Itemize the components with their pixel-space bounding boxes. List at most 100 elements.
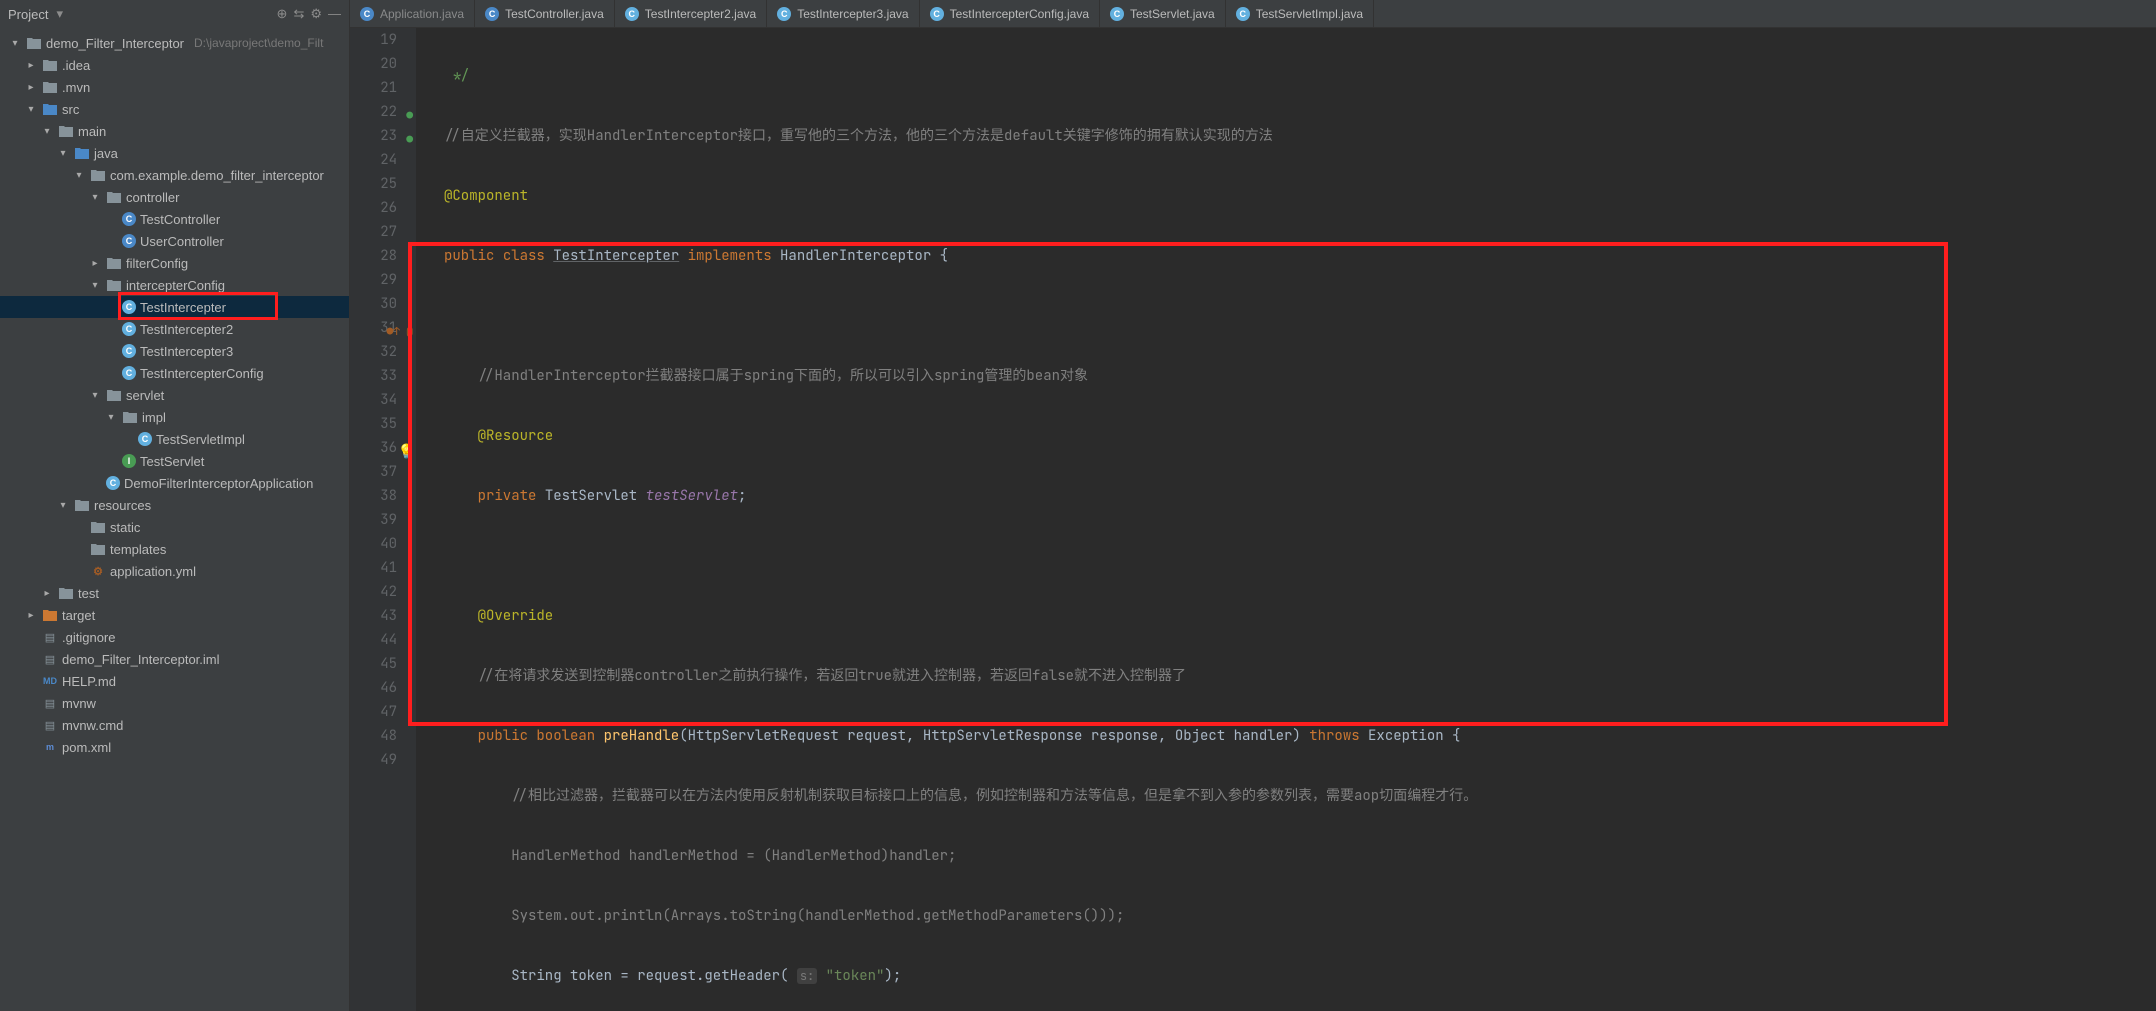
tree-item[interactable]: ▤mvnw.cmd (0, 714, 349, 736)
tree-item[interactable]: CTestIntercepter (0, 296, 349, 318)
chevron-down-icon[interactable]: ▾ (88, 280, 102, 291)
tree-item[interactable]: ▾impl (0, 406, 349, 428)
line-number[interactable]: 35 (350, 412, 397, 436)
line-number[interactable]: 20 (350, 52, 397, 76)
line-number[interactable]: 19 (350, 28, 397, 52)
gear-icon[interactable]: ⚙ (310, 6, 322, 22)
project-tree[interactable]: ▾demo_Filter_InterceptorD:\javaproject\d… (0, 28, 350, 1011)
chevron-down-icon[interactable]: ▾ (8, 38, 22, 49)
line-number[interactable]: 33 (350, 364, 397, 388)
tree-item[interactable]: ▸target (0, 604, 349, 626)
vcs-change-icon[interactable]: ● (406, 104, 413, 128)
intention-bulb-icon[interactable]: 💡 (398, 440, 415, 464)
editor-tab[interactable]: CTestServlet.java (1100, 0, 1226, 27)
line-number[interactable]: 36💡 (350, 436, 397, 460)
tree-item[interactable]: CTestIntercepterConfig (0, 362, 349, 384)
tree-item[interactable]: CTestServletImpl (0, 428, 349, 450)
tree-item[interactable]: ▾main (0, 120, 349, 142)
tree-item[interactable]: CTestIntercepter3 (0, 340, 349, 362)
locate-icon[interactable]: ⊕ (277, 6, 288, 22)
chevron-right-icon[interactable]: ▸ (88, 258, 102, 269)
chevron-down-icon[interactable]: ▾ (56, 6, 63, 22)
line-number[interactable]: 31●↑ @ (350, 316, 397, 340)
chevron-down-icon[interactable]: ▾ (40, 126, 54, 137)
chevron-down-icon[interactable]: ▾ (104, 412, 118, 423)
chevron-down-icon[interactable]: ▾ (56, 148, 70, 159)
tab-label: TestIntercepterConfig.java (950, 7, 1089, 21)
editor-tab[interactable]: CTestIntercepterConfig.java (920, 0, 1100, 27)
tree-item[interactable]: ▾com.example.demo_filter_interceptor (0, 164, 349, 186)
line-number[interactable]: 29 (350, 268, 397, 292)
editor-tab[interactable]: CTestIntercepter3.java (767, 0, 919, 27)
line-number[interactable]: 24 (350, 148, 397, 172)
code-area[interactable]: */ //自定义拦截器，实现HandlerInterceptor接口，重写他的三… (416, 28, 2156, 1011)
editor-tab[interactable]: CApplication.java (350, 0, 475, 27)
line-number[interactable]: 44 (350, 628, 397, 652)
chevron-down-icon[interactable]: ▾ (72, 170, 86, 181)
tree-item[interactable]: CDemoFilterInterceptorApplication (0, 472, 349, 494)
tree-item[interactable]: ⚙application.yml (0, 560, 349, 582)
tree-item[interactable]: ▤mvnw (0, 692, 349, 714)
tree-item[interactable]: ▤demo_Filter_Interceptor.iml (0, 648, 349, 670)
line-number[interactable]: 43 (350, 604, 397, 628)
tree-item[interactable]: ▾java (0, 142, 349, 164)
line-number[interactable]: 39 (350, 508, 397, 532)
gutter[interactable]: 19202122●23●2425262728293031●↑ @32333435… (350, 28, 416, 1011)
line-number[interactable]: 46 (350, 676, 397, 700)
chevron-right-icon[interactable]: ▸ (24, 60, 38, 71)
line-number[interactable]: 22● (350, 100, 397, 124)
tree-item[interactable]: templates (0, 538, 349, 560)
line-number[interactable]: 40 (350, 532, 397, 556)
line-number[interactable]: 34 (350, 388, 397, 412)
tree-item[interactable]: ▾intercepterConfig (0, 274, 349, 296)
tree-item[interactable]: ▾controller (0, 186, 349, 208)
tree-item[interactable]: ITestServlet (0, 450, 349, 472)
line-number[interactable]: 23● (350, 124, 397, 148)
line-number[interactable]: 42 (350, 580, 397, 604)
hide-icon[interactable]: — (328, 6, 341, 22)
tree-item[interactable]: ▾demo_Filter_InterceptorD:\javaproject\d… (0, 32, 349, 54)
line-number[interactable]: 26 (350, 196, 397, 220)
collapse-icon[interactable]: ⇆ (293, 6, 304, 22)
tree-item[interactable]: static (0, 516, 349, 538)
vcs-change-icon[interactable]: ● (406, 128, 413, 152)
chevron-right-icon[interactable]: ▸ (40, 588, 54, 599)
line-number[interactable]: 49 (350, 748, 397, 772)
line-number[interactable]: 28 (350, 244, 397, 268)
line-number[interactable]: 37 (350, 460, 397, 484)
editor-tab[interactable]: CTestServletImpl.java (1226, 0, 1374, 27)
tree-item[interactable]: ▾src (0, 98, 349, 120)
tree-item[interactable]: mpom.xml (0, 736, 349, 758)
line-number[interactable]: 38 (350, 484, 397, 508)
line-number[interactable]: 45 (350, 652, 397, 676)
tree-item[interactable]: ▸test (0, 582, 349, 604)
chevron-down-icon[interactable]: ▾ (24, 104, 38, 115)
tree-item[interactable]: CTestController (0, 208, 349, 230)
chevron-down-icon[interactable]: ▾ (88, 192, 102, 203)
chevron-right-icon[interactable]: ▸ (24, 610, 38, 621)
project-tool-header[interactable]: Project ▾ ⊕ ⇆ ⚙ — (0, 0, 350, 28)
line-number[interactable]: 47 (350, 700, 397, 724)
tree-item[interactable]: ▸filterConfig (0, 252, 349, 274)
editor-tab[interactable]: CTestController.java (475, 0, 615, 27)
tree-item[interactable]: ▸.idea (0, 54, 349, 76)
code-editor[interactable]: 19202122●23●2425262728293031●↑ @32333435… (350, 28, 2156, 1011)
chevron-down-icon[interactable]: ▾ (88, 390, 102, 401)
tree-item[interactable]: ▤.gitignore (0, 626, 349, 648)
line-number[interactable]: 32 (350, 340, 397, 364)
line-number[interactable]: 41 (350, 556, 397, 580)
tree-item[interactable]: ▸.mvn (0, 76, 349, 98)
editor-tab[interactable]: CTestIntercepter2.java (615, 0, 767, 27)
line-number[interactable]: 27 (350, 220, 397, 244)
chevron-down-icon[interactable]: ▾ (56, 500, 70, 511)
line-number[interactable]: 48 (350, 724, 397, 748)
chevron-right-icon[interactable]: ▸ (24, 82, 38, 93)
line-number[interactable]: 25 (350, 172, 397, 196)
tree-item[interactable]: ▾servlet (0, 384, 349, 406)
line-number[interactable]: 21 (350, 76, 397, 100)
tree-item[interactable]: CUserController (0, 230, 349, 252)
tree-item[interactable]: MDHELP.md (0, 670, 349, 692)
tree-item[interactable]: ▾resources (0, 494, 349, 516)
line-number[interactable]: 30 (350, 292, 397, 316)
tree-item[interactable]: CTestIntercepter2 (0, 318, 349, 340)
